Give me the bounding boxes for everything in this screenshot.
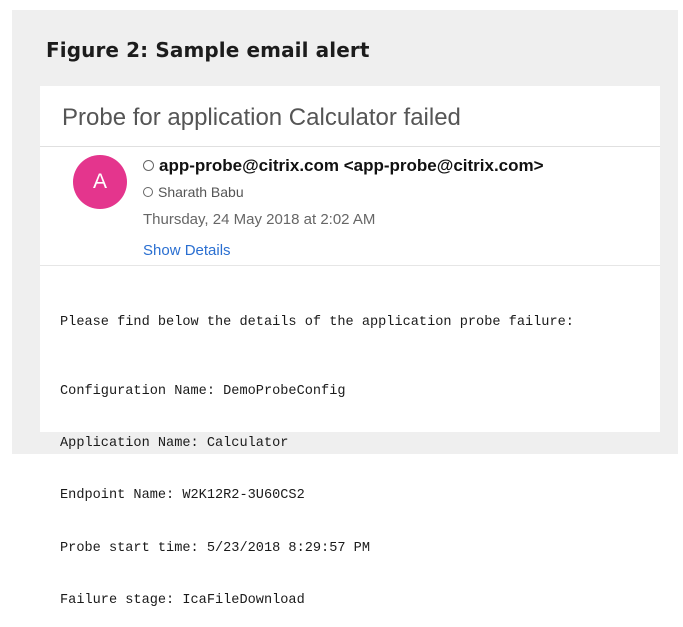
body-line-configuration: Configuration Name: DemoProbeConfig	[60, 384, 346, 400]
avatar-initial: A	[92, 170, 107, 193]
body-line-failure-stage: Failure stage: IcaFileDownload	[60, 592, 305, 608]
email-subject: Probe for application Calculator failed	[62, 104, 461, 131]
body-line-start-time: Probe start time: 5/23/2018 8:29:57 PM	[60, 540, 370, 556]
recipient-name[interactable]: Sharath Babu	[158, 184, 244, 200]
body-intro: Please find below the details of the app…	[60, 314, 574, 330]
body-line-endpoint: Endpoint Name: W2K12R2-3U60CS2	[60, 488, 305, 504]
sender-address[interactable]: app-probe@citrix.com <app-probe@citrix.c…	[159, 156, 544, 175]
sender-row: app-probe@citrix.com <app-probe@citrix.c…	[143, 156, 544, 176]
email-date: Thursday, 24 May 2018 at 2:02 AM	[143, 211, 376, 228]
body-divider	[40, 265, 660, 266]
sender-status-icon	[143, 159, 154, 171]
figure-title: Figure 2: Sample email alert	[46, 38, 370, 62]
recipient-row: Sharath Babu	[143, 184, 244, 200]
sender-avatar: A	[73, 155, 127, 209]
body-line-application: Application Name: Calculator	[60, 436, 289, 452]
email-body: Please find below the details of the app…	[60, 279, 650, 627]
recipient-status-icon	[143, 187, 153, 198]
show-details-link[interactable]: Show Details	[143, 242, 231, 259]
header-divider	[40, 146, 660, 147]
